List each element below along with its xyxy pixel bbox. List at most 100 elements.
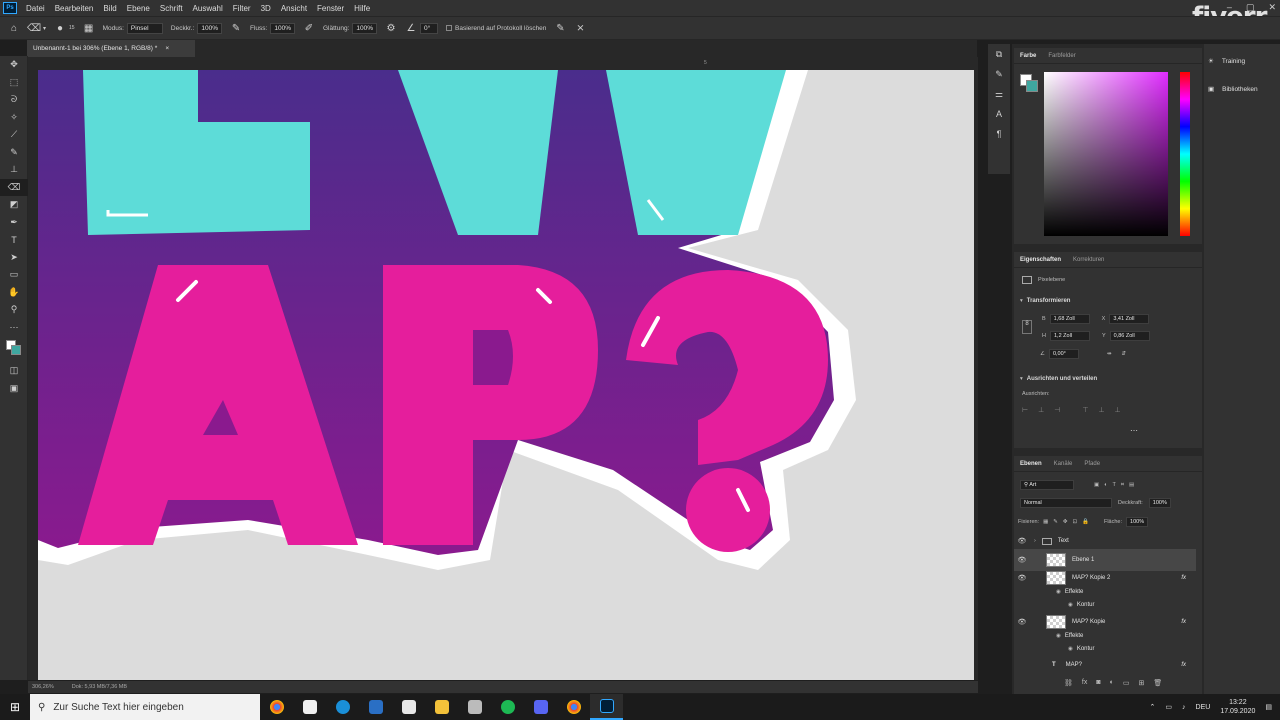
align-middle-icon[interactable]: ⊥	[1098, 406, 1104, 414]
align-right-icon[interactable]: ⊣	[1054, 406, 1060, 414]
tab-farbe[interactable]: Farbe	[1020, 53, 1036, 59]
close-icon[interactable]: ✕	[1268, 2, 1276, 13]
color-field[interactable]	[1044, 72, 1168, 236]
rectangle-tool-icon[interactable]: ▭	[0, 266, 28, 284]
layer-group-text[interactable]: 👁 › Text	[1014, 534, 1196, 548]
document-tab[interactable]: Unbenannt-1 bei 306% (Ebene 1, RGB/8) * …	[27, 40, 195, 57]
menu-datei[interactable]: Datei	[21, 4, 50, 13]
pressure-size-icon[interactable]: ✎	[554, 22, 566, 34]
tab-close-icon[interactable]: ×	[165, 45, 169, 52]
spotify-app-icon[interactable]	[491, 694, 524, 720]
character-icon[interactable]: A	[988, 104, 1010, 124]
height-field[interactable]: 1,2 Zoll	[1049, 331, 1090, 341]
protokoll-checkbox[interactable]	[446, 25, 452, 31]
more-tools-icon[interactable]: ⋯	[0, 319, 28, 337]
tab-eigenschaften[interactable]: Eigenschaften	[1020, 257, 1061, 263]
files-app-icon[interactable]	[293, 694, 326, 720]
libraries-button[interactable]: ▣ Bibliotheken	[1208, 85, 1258, 94]
symmetry-icon[interactable]: ⨯	[574, 22, 586, 34]
fx-icon[interactable]: fx	[1181, 575, 1186, 581]
menu-filter[interactable]: Filter	[228, 4, 256, 13]
effects-eye-icon[interactable]: ◉	[1056, 633, 1061, 639]
eraser-tool-icon[interactable]: ⌫	[0, 178, 28, 196]
layer-filter-select[interactable]: ⚲ Art	[1020, 480, 1074, 490]
tab-pfade[interactable]: Pfade	[1084, 461, 1100, 467]
fx-icon[interactable]: fx	[1181, 662, 1186, 668]
network-icon[interactable]: ▭	[1165, 703, 1172, 711]
menu-fenster[interactable]: Fenster	[312, 4, 349, 13]
visibility-eye-icon[interactable]: 👁	[1014, 537, 1030, 545]
menu-3d[interactable]: 3D	[256, 4, 276, 13]
sound-icon[interactable]: ♪	[1182, 704, 1186, 711]
move-tool-icon[interactable]: ✥	[0, 56, 28, 74]
notifications-icon[interactable]: ▤	[1265, 703, 1272, 711]
adjustments-icon[interactable]: ⚌	[988, 84, 1010, 104]
home-icon[interactable]: ⌂	[8, 22, 20, 34]
align-left-icon[interactable]: ⊢	[1022, 406, 1028, 414]
stamp-tool-icon[interactable]: ⊥	[0, 161, 28, 179]
x-field[interactable]: 3,41 Zoll	[1109, 314, 1150, 324]
new-group-icon[interactable]: ▭	[1123, 679, 1130, 687]
link-icon[interactable]: 8	[1022, 320, 1032, 334]
width-field[interactable]: 1,68 Zoll	[1049, 314, 1090, 324]
layer-map-text[interactable]: T MAP? fx	[1014, 656, 1196, 674]
gradient-tool-icon[interactable]: ◩	[0, 196, 28, 214]
eraser-tool-icon[interactable]: ⌫	[27, 22, 41, 34]
more-options-icon[interactable]: ⋯	[1130, 426, 1138, 435]
modus-select[interactable]: Pinsel	[126, 22, 163, 34]
tab-kanaele[interactable]: Kanäle	[1054, 461, 1073, 467]
screen-mode-icon[interactable]: ▣	[0, 380, 28, 398]
brush-panel-icon[interactable]: ▦	[83, 22, 95, 34]
visibility-eye-icon[interactable]: 👁	[1014, 556, 1030, 564]
kontur-eye-icon[interactable]: ◉	[1068, 602, 1073, 608]
add-style-icon[interactable]: fx	[1082, 679, 1087, 687]
path-select-tool-icon[interactable]: ➤	[0, 249, 28, 267]
marquee-tool-icon[interactable]: ⬚	[0, 74, 28, 92]
align-bottom-icon[interactable]: ⊥	[1115, 406, 1121, 414]
document-canvas[interactable]	[38, 70, 974, 680]
discord-app-icon[interactable]	[524, 694, 557, 720]
language-indicator[interactable]: DEU	[1196, 704, 1211, 711]
layer-kontur-row[interactable]: ◉ Kontur	[1014, 599, 1196, 611]
pressure-opacity-icon[interactable]: ✎	[230, 22, 242, 34]
delete-layer-icon[interactable]: 🗑	[1153, 679, 1162, 687]
gear-icon[interactable]: ⚙	[385, 22, 397, 34]
layer-effects-row-2[interactable]: ◉ Effekte	[1014, 630, 1196, 642]
effects-eye-icon[interactable]: ◉	[1056, 589, 1061, 595]
align-heading[interactable]: Ausrichten und verteilen	[1027, 376, 1097, 382]
brush-settings-icon[interactable]: ✎	[988, 64, 1010, 84]
lasso-tool-icon[interactable]: ᘐ	[0, 91, 28, 109]
clock[interactable]: 13:22 17.09.2020	[1220, 698, 1255, 716]
angle-field[interactable]: 0,00°	[1048, 349, 1079, 359]
transform-heading[interactable]: Transformieren	[1027, 298, 1071, 304]
align-center-icon[interactable]: ⊥	[1038, 406, 1044, 414]
eyedropper-tool-icon[interactable]: ⟋	[0, 126, 28, 144]
align-top-icon[interactable]: ⊤	[1082, 406, 1088, 414]
history-icon[interactable]: ⧉	[988, 44, 1010, 64]
brush-tool-icon[interactable]: ✎	[0, 144, 28, 162]
blend-mode-select[interactable]: Normal	[1020, 498, 1112, 508]
tool-app-icon[interactable]	[458, 694, 491, 720]
pen-tool-icon[interactable]: ✒	[0, 214, 28, 232]
flip-vertical-icon[interactable]: ⇵	[1122, 351, 1127, 357]
fx-icon[interactable]: fx	[1181, 619, 1186, 625]
link-layers-icon[interactable]: ⛓	[1064, 679, 1073, 687]
chrome-2-app-icon[interactable]	[557, 694, 590, 720]
quick-mask-icon[interactable]: ◫	[0, 362, 28, 380]
tab-korrekturen[interactable]: Korrekturen	[1073, 257, 1104, 263]
lock-icons[interactable]: ▦✎✥⊡🔒	[1043, 519, 1094, 525]
fill-field[interactable]: 100%	[1126, 517, 1149, 527]
add-mask-icon[interactable]: ◙	[1096, 679, 1100, 687]
fluss-field[interactable]: 100%	[270, 22, 295, 34]
airbrush-icon[interactable]: ✐	[303, 22, 315, 34]
menu-auswahl[interactable]: Auswahl	[188, 4, 228, 13]
mail-app-icon[interactable]	[359, 694, 392, 720]
menu-ansicht[interactable]: Ansicht	[276, 4, 312, 13]
hue-slider[interactable]	[1180, 72, 1190, 236]
menu-bild[interactable]: Bild	[98, 4, 121, 13]
deckkr-field[interactable]: 100%	[197, 22, 223, 34]
explorer-app-icon[interactable]	[425, 694, 458, 720]
training-button[interactable]: ☀ Training	[1208, 57, 1245, 66]
angle-field[interactable]: 0°	[420, 22, 438, 34]
tray-chevron-icon[interactable]: ⌃	[1150, 703, 1156, 711]
